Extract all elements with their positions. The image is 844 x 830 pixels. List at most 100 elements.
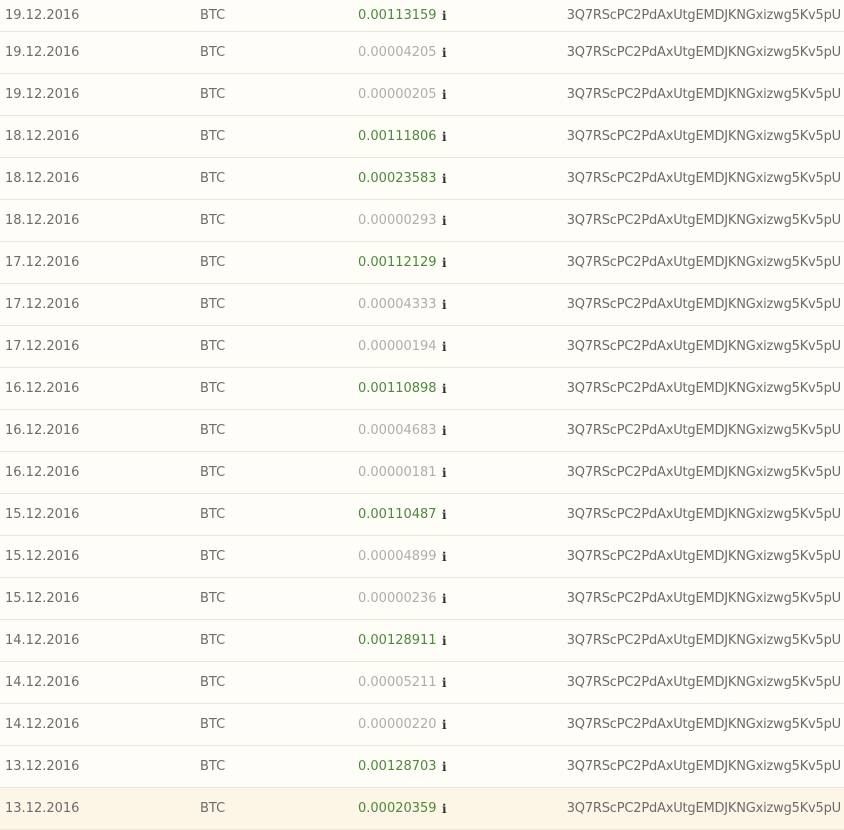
amount-cell: 0.00000220 [358,717,437,732]
table-row: 16.12.2016 BTC 0.00110898 i 3Q7RScPC2PdAxUtg… [0,368,844,410]
amount-cell: 0.00000181 [358,465,437,480]
amount-cell: 0.00000236 [358,591,437,606]
date-cell: 15.12.2016 [5,591,80,606]
address-cell: 3Q7RScPC2PdAxUtgEMDJKNGxizwg5Kv5pU [566,255,841,270]
table-row: 17.12.2016 BTC 0.00004333 i 3Q7RScPC2PdAxUtg… [0,284,844,326]
date-cell: 17.12.2016 [5,255,80,270]
currency-cell: BTC [200,8,226,23]
date-cell: 18.12.2016 [5,213,80,228]
amount-cell: 0.00128703 [358,759,437,774]
address-cell: 3Q7RScPC2PdAxUtgEMDJKNGxizwg5Kv5pU [566,549,841,564]
address-cell: 3Q7RScPC2PdAxUtgEMDJKNGxizwg5Kv5pU [566,759,841,774]
date-cell: 14.12.2016 [5,717,80,732]
table-row: 14.12.2016 BTC 0.00000220 i 3Q7RScPC2PdAxUtg… [0,704,844,746]
address-cell: 3Q7RScPC2PdAxUtgEMDJKNGxizwg5Kv5pU [566,423,841,438]
table-row: 16.12.2016 BTC 0.00004683 i 3Q7RScPC2PdAxUtg… [0,410,844,452]
table-row: 16.12.2016 BTC 0.00000181 i 3Q7RScPC2PdAxUtg… [0,452,844,494]
info-icon[interactable]: i [442,494,447,535]
address-cell: 3Q7RScPC2PdAxUtgEMDJKNGxizwg5Kv5pU [566,591,841,606]
date-cell: 17.12.2016 [5,297,80,312]
currency-cell: BTC [200,633,226,648]
currency-cell: BTC [200,87,226,102]
info-icon[interactable]: i [442,368,447,409]
info-icon[interactable]: i [442,578,447,619]
info-icon[interactable]: i [442,452,447,493]
address-cell: 3Q7RScPC2PdAxUtgEMDJKNGxizwg5Kv5pU [566,675,841,690]
address-cell: 3Q7RScPC2PdAxUtgEMDJKNGxizwg5Kv5pU [566,633,841,648]
info-icon[interactable]: i [442,536,447,577]
address-cell: 3Q7RScPC2PdAxUtgEMDJKNGxizwg5Kv5pU [566,171,841,186]
date-cell: 17.12.2016 [5,339,80,354]
table-row: 17.12.2016 BTC 0.00000194 i 3Q7RScPC2PdAxUtg… [0,326,844,368]
table-row: 14.12.2016 BTC 0.00128911 i 3Q7RScPC2PdAxUtg… [0,620,844,662]
amount-cell: 0.00023583 [358,171,437,186]
date-cell: 19.12.2016 [5,8,80,23]
table-row: 15.12.2016 BTC 0.00000236 i 3Q7RScPC2PdAxUtg… [0,578,844,620]
amount-cell: 0.00004333 [358,297,437,312]
table-row: 14.12.2016 BTC 0.00005211 i 3Q7RScPC2PdAxUtg… [0,662,844,704]
table-row: 17.12.2016 BTC 0.00112129 i 3Q7RScPC2PdAxUtg… [0,242,844,284]
info-icon[interactable]: i [442,788,447,829]
date-cell: 14.12.2016 [5,633,80,648]
address-cell: 3Q7RScPC2PdAxUtgEMDJKNGxizwg5Kv5pU [566,129,841,144]
address-cell: 3Q7RScPC2PdAxUtgEMDJKNGxizwg5Kv5pU [566,8,841,23]
amount-cell: 0.00112129 [358,255,437,270]
table-row: 18.12.2016 BTC 0.00000293 i 3Q7RScPC2PdAxUtg… [0,200,844,242]
amount-cell: 0.00000293 [358,213,437,228]
date-cell: 13.12.2016 [5,759,80,774]
table-row: 15.12.2016 BTC 0.00110487 i 3Q7RScPC2PdAxUtg… [0,494,844,536]
info-icon[interactable]: i [442,0,447,31]
currency-cell: BTC [200,759,226,774]
currency-cell: BTC [200,549,226,564]
amount-cell: 0.00004899 [358,549,437,564]
info-icon[interactable]: i [442,284,447,325]
currency-cell: BTC [200,675,226,690]
address-cell: 3Q7RScPC2PdAxUtgEMDJKNGxizwg5Kv5pU [566,465,841,480]
currency-cell: BTC [200,423,226,438]
info-icon[interactable]: i [442,704,447,745]
currency-cell: BTC [200,255,226,270]
date-cell: 16.12.2016 [5,381,80,396]
date-cell: 18.12.2016 [5,129,80,144]
date-cell: 15.12.2016 [5,549,80,564]
table-row: 19.12.2016 BTC 0.00113159 i 3Q7RScPC2PdAxUtg… [0,0,844,32]
info-icon[interactable]: i [442,620,447,661]
amount-cell: 0.00004683 [358,423,437,438]
currency-cell: BTC [200,213,226,228]
info-icon[interactable]: i [442,116,447,157]
date-cell: 15.12.2016 [5,507,80,522]
table-row: 15.12.2016 BTC 0.00004899 i 3Q7RScPC2PdAxUtg… [0,536,844,578]
address-cell: 3Q7RScPC2PdAxUtgEMDJKNGxizwg5Kv5pU [566,339,841,354]
currency-cell: BTC [200,507,226,522]
table-row: 13.12.2016 BTC 0.00128703 i 3Q7RScPC2PdAxUtg… [0,746,844,788]
date-cell: 19.12.2016 [5,45,80,60]
date-cell: 16.12.2016 [5,423,80,438]
amount-cell: 0.00113159 [358,8,437,23]
currency-cell: BTC [200,591,226,606]
currency-cell: BTC [200,339,226,354]
table-row: 13.12.2016 BTC 0.00020359 i 3Q7RScPC2PdAxUtg… [0,788,844,830]
payouts-table: 19.12.2016 BTC 0.00113159 i 3Q7RScPC2PdAxUtg… [0,0,844,830]
info-icon[interactable]: i [442,242,447,283]
info-icon[interactable]: i [442,158,447,199]
info-icon[interactable]: i [442,662,447,703]
info-icon[interactable]: i [442,746,447,787]
info-icon[interactable]: i [442,74,447,115]
currency-cell: BTC [200,297,226,312]
table-row: 19.12.2016 BTC 0.00004205 i 3Q7RScPC2PdAxUtg… [0,32,844,74]
info-icon[interactable]: i [442,410,447,451]
address-cell: 3Q7RScPC2PdAxUtgEMDJKNGxizwg5Kv5pU [566,87,841,102]
info-icon[interactable]: i [442,326,447,367]
currency-cell: BTC [200,465,226,480]
currency-cell: BTC [200,45,226,60]
address-cell: 3Q7RScPC2PdAxUtgEMDJKNGxizwg5Kv5pU [566,213,841,228]
amount-cell: 0.00111806 [358,129,437,144]
currency-cell: BTC [200,717,226,732]
table-row: 19.12.2016 BTC 0.00000205 i 3Q7RScPC2PdAxUtg… [0,74,844,116]
info-icon[interactable]: i [442,200,447,241]
amount-cell: 0.00110487 [358,507,437,522]
address-cell: 3Q7RScPC2PdAxUtgEMDJKNGxizwg5Kv5pU [566,381,841,396]
currency-cell: BTC [200,171,226,186]
amount-cell: 0.00128911 [358,633,437,648]
info-icon[interactable]: i [442,32,447,73]
